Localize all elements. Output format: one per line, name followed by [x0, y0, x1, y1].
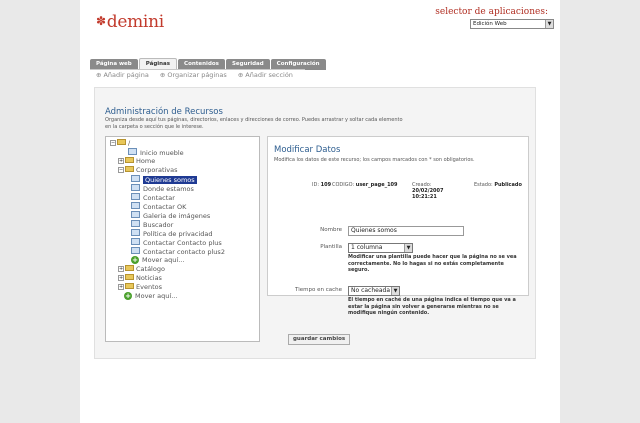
folder-icon	[125, 166, 134, 172]
chevron-down-icon: ▼	[545, 20, 553, 28]
name-label: Nombre	[320, 227, 342, 233]
logo-text: demini	[106, 12, 164, 32]
cache-label: Tiempo en cache	[295, 287, 342, 293]
tree-item[interactable]: + Noticias	[118, 274, 162, 283]
cache-select[interactable]: No cacheada ▼	[348, 286, 400, 296]
cache-help: El tiempo en caché de una página indica …	[348, 297, 516, 316]
meta-status: Estado: Publicado	[474, 182, 522, 188]
page-icon	[131, 202, 140, 209]
meta-id: ID: 109	[312, 182, 332, 188]
app-selector-dropdown[interactable]: Edición Web ▼	[470, 19, 554, 29]
page-icon	[131, 238, 140, 245]
chevron-down-icon: ▼	[404, 244, 412, 252]
add-icon: ⊕	[96, 71, 102, 79]
organize-icon: ⊕	[159, 71, 166, 79]
app-selector-label: selector de aplicaciones:	[435, 7, 548, 17]
app-selector-value: Edición Web	[473, 21, 507, 27]
expand-icon[interactable]: +	[118, 275, 124, 281]
save-button[interactable]: guardar cambios	[288, 334, 351, 345]
tree-root[interactable]: − /	[110, 139, 130, 148]
add-icon: ⊕	[237, 71, 244, 79]
page-icon	[131, 211, 140, 218]
resource-tree: − / Inicio mueble + Home − Corporativas Qui…	[105, 136, 260, 342]
page-icon	[128, 148, 137, 155]
tree-item[interactable]: − Corporativas	[118, 166, 178, 175]
template-help: Modificar una plantilla puede hacer que …	[348, 254, 517, 273]
add-page-link[interactable]: ⊕ Añadir página	[96, 71, 149, 79]
content-area: Administración de Recursos Organiza desd…	[94, 87, 536, 359]
organize-pages-link[interactable]: ⊕ Organizar páginas	[160, 71, 227, 79]
folder-icon	[125, 265, 134, 271]
expand-icon[interactable]: +	[118, 266, 124, 272]
subactions-bar: ⊕ Añadir página ⊕ Organizar páginas ⊕ Añadi…	[96, 71, 302, 79]
form-note: Modifica los datos de este recurso; los …	[274, 157, 475, 163]
page-icon	[131, 184, 140, 191]
template-label: Plantilla	[320, 244, 342, 250]
folder-icon	[117, 139, 126, 145]
tree-item[interactable]: Política de privacidad	[131, 229, 213, 238]
collapse-icon[interactable]: −	[110, 140, 116, 146]
folder-icon	[125, 157, 134, 163]
meta-created: Creado: 20/02/2007 10:21:21	[412, 182, 444, 200]
tree-item[interactable]: Galeria de imágenes	[131, 211, 210, 220]
page-title: Administración de Recursos	[105, 107, 223, 117]
plus-icon: +	[124, 292, 132, 300]
tree-item[interactable]: Contactar contacto plus2	[131, 247, 225, 256]
add-section-link[interactable]: ⊕ Añadir sección	[238, 71, 293, 79]
page-icon	[131, 247, 140, 254]
move-here-link[interactable]: + Mover aquí...	[124, 292, 177, 301]
page-icon	[131, 175, 140, 182]
chevron-down-icon: ▼	[391, 287, 399, 295]
name-input[interactable]: Quienes somos	[348, 226, 464, 236]
tree-item[interactable]: Contactar OK	[131, 202, 186, 211]
template-select[interactable]: 1 columna ▼	[348, 243, 413, 253]
move-here-link[interactable]: + Mover aquí...	[131, 256, 184, 265]
page-icon	[131, 193, 140, 200]
page-icon	[131, 229, 140, 236]
tree-item[interactable]: Donde estamos	[131, 184, 194, 193]
expand-icon[interactable]: +	[118, 158, 124, 164]
tree-item[interactable]: Contactar Contacto plus	[131, 238, 222, 247]
tree-item-selected[interactable]: Quienes somos	[131, 175, 197, 184]
plus-icon: +	[131, 256, 139, 264]
tree-item[interactable]: Inicio mueble	[128, 148, 184, 157]
page-icon	[131, 220, 140, 227]
tree-item[interactable]: Buscador	[131, 220, 173, 229]
tabbar-divider	[90, 69, 305, 70]
form-title: Modificar Datos	[274, 145, 341, 155]
tree-item[interactable]: + Home	[118, 157, 155, 166]
header: ✽demini selector de aplicaciones: Edició…	[80, 0, 560, 44]
collapse-icon[interactable]: −	[118, 167, 124, 173]
page: ✽demini selector de aplicaciones: Edició…	[80, 0, 560, 423]
tree-item[interactable]: Contactar	[131, 193, 175, 202]
meta-code: CODIGO: user_page_109	[332, 182, 398, 188]
tree-item[interactable]: + Eventos	[118, 283, 162, 292]
expand-icon[interactable]: +	[118, 284, 124, 290]
tree-item[interactable]: + Catálogo	[118, 265, 165, 274]
edit-form-panel: Modificar Datos Modifica los datos de es…	[267, 136, 529, 316]
page-description: Organiza desde aquí tus páginas, directo…	[105, 117, 403, 130]
logo-mark-icon: ✽	[96, 14, 106, 28]
folder-icon	[125, 274, 134, 280]
folder-icon	[125, 283, 134, 289]
logo[interactable]: ✽demini	[96, 12, 164, 32]
